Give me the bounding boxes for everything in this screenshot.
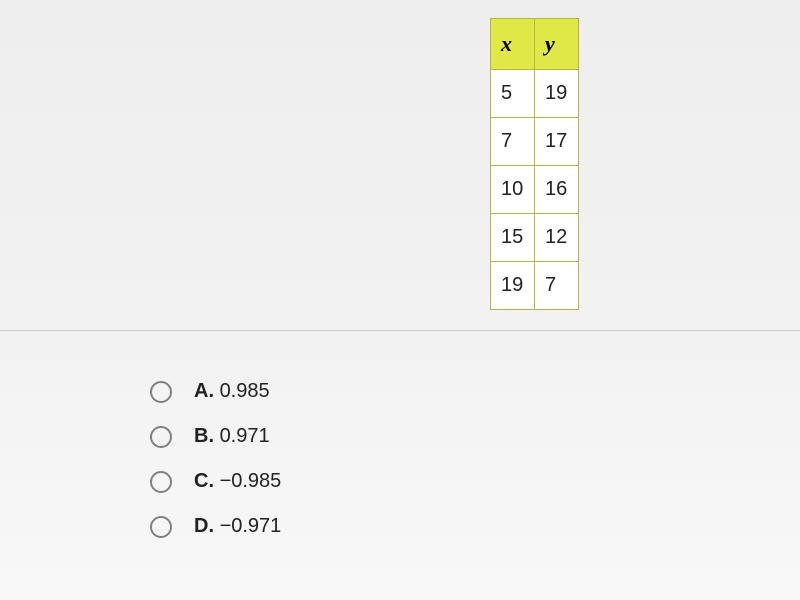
option-label: C. −0.985 bbox=[194, 470, 281, 493]
cell-y: 7 bbox=[535, 262, 579, 310]
cell-y: 19 bbox=[535, 70, 579, 118]
cell-x: 7 bbox=[491, 118, 535, 166]
option-d[interactable]: D. −0.971 bbox=[150, 515, 281, 538]
option-letter: B. bbox=[194, 425, 214, 447]
option-label: D. −0.971 bbox=[194, 515, 281, 538]
option-value: 0.985 bbox=[220, 380, 270, 402]
table-row: 15 12 bbox=[491, 214, 579, 262]
table-header-y: y bbox=[535, 19, 579, 70]
option-letter: A. bbox=[194, 380, 214, 402]
option-value: 0.971 bbox=[220, 425, 270, 447]
question-container: x y 5 19 7 17 10 16 15 12 19 7 bbox=[0, 0, 800, 600]
option-letter: D. bbox=[194, 515, 214, 537]
answer-options: A. 0.985 B. 0.971 C. −0.985 D. −0.971 bbox=[150, 380, 281, 560]
cell-x: 5 bbox=[491, 70, 535, 118]
option-value: −0.985 bbox=[220, 470, 282, 492]
option-c[interactable]: C. −0.985 bbox=[150, 470, 281, 493]
radio-icon[interactable] bbox=[150, 471, 172, 493]
table-row: 10 16 bbox=[491, 166, 579, 214]
table-row: 7 17 bbox=[491, 118, 579, 166]
table-row: 19 7 bbox=[491, 262, 579, 310]
cell-x: 19 bbox=[491, 262, 535, 310]
cell-y: 17 bbox=[535, 118, 579, 166]
option-letter: C. bbox=[194, 470, 214, 492]
option-label: B. 0.971 bbox=[194, 425, 270, 448]
radio-icon[interactable] bbox=[150, 516, 172, 538]
table-row: 5 19 bbox=[491, 70, 579, 118]
section-divider bbox=[0, 330, 800, 331]
option-value: −0.971 bbox=[220, 515, 282, 537]
radio-icon[interactable] bbox=[150, 381, 172, 403]
xy-data-table: x y 5 19 7 17 10 16 15 12 19 7 bbox=[490, 18, 579, 310]
cell-y: 12 bbox=[535, 214, 579, 262]
radio-icon[interactable] bbox=[150, 426, 172, 448]
cell-y: 16 bbox=[535, 166, 579, 214]
cell-x: 15 bbox=[491, 214, 535, 262]
cell-x: 10 bbox=[491, 166, 535, 214]
option-b[interactable]: B. 0.971 bbox=[150, 425, 281, 448]
option-a[interactable]: A. 0.985 bbox=[150, 380, 281, 403]
table-header-x: x bbox=[491, 19, 535, 70]
option-label: A. 0.985 bbox=[194, 380, 270, 403]
